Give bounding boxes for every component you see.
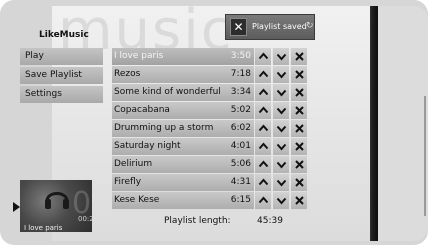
play-icon <box>13 202 20 212</box>
remove-track-button[interactable] <box>290 174 307 191</box>
chevron-down-icon <box>276 71 287 79</box>
move-down-button[interactable] <box>272 192 289 209</box>
move-down-button[interactable] <box>272 102 289 119</box>
remove-track-button[interactable] <box>290 192 307 209</box>
move-up-button[interactable] <box>254 48 271 65</box>
close-icon <box>295 88 304 97</box>
chevron-down-icon <box>276 143 287 151</box>
chevron-up-icon <box>258 142 269 150</box>
menu-item-play[interactable]: Play <box>20 48 103 65</box>
chevron-down-icon <box>276 125 287 133</box>
menu-item-save-playlist[interactable]: Save Playlist <box>20 67 103 84</box>
track-cell[interactable]: Saturday night 4:01 <box>112 138 254 155</box>
chevron-up-icon <box>258 52 269 60</box>
move-up-button[interactable] <box>254 174 271 191</box>
close-icon <box>295 142 304 151</box>
track-duration: 5:06 <box>230 159 251 169</box>
remove-track-button[interactable] <box>290 120 307 137</box>
move-down-button[interactable] <box>272 48 289 65</box>
remove-track-button[interactable] <box>290 66 307 83</box>
track-cell[interactable]: Rezos 7:18 <box>112 66 254 83</box>
close-icon[interactable]: ✕ <box>230 18 247 36</box>
move-up-button[interactable] <box>254 120 271 137</box>
move-down-button[interactable] <box>272 120 289 137</box>
sync-icon: ↻ <box>306 21 314 31</box>
chevron-up-icon <box>258 88 269 96</box>
track-title: Some kind of wonderful <box>114 87 221 97</box>
device-bezel <box>378 6 428 241</box>
notification-message: Playlist saved <box>252 22 307 31</box>
move-down-button[interactable] <box>272 66 289 83</box>
move-down-button[interactable] <box>272 138 289 155</box>
remove-track-button[interactable] <box>290 84 307 101</box>
app-title: LikeMusic <box>39 30 89 40</box>
remove-track-button[interactable] <box>290 156 307 173</box>
track-cell[interactable]: Copacabana 5:02 <box>112 102 254 119</box>
remove-track-button[interactable] <box>290 48 307 65</box>
playlist-length-value: 45:39 <box>257 216 283 226</box>
move-up-button[interactable] <box>254 66 271 83</box>
chevron-down-icon <box>276 197 287 205</box>
chevron-up-icon <box>258 106 269 114</box>
track-cell[interactable]: I love paris 3:50 <box>112 48 254 65</box>
track-title: Delirium <box>114 159 153 169</box>
track-cell[interactable]: Some kind of wonderful 3:34 <box>112 84 254 101</box>
close-icon <box>295 196 304 205</box>
bezel-edge <box>424 96 426 216</box>
playlist-length-label: Playlist length: <box>164 216 231 226</box>
chevron-up-icon <box>258 70 269 78</box>
close-icon <box>295 160 304 169</box>
chevron-up-icon <box>258 196 269 204</box>
close-icon <box>295 124 304 133</box>
track-title: Firefly <box>114 177 142 187</box>
chevron-up-icon <box>258 124 269 132</box>
close-icon <box>295 106 304 115</box>
track-title: Copacabana <box>114 105 170 115</box>
track-duration: 5:02 <box>230 105 251 115</box>
move-down-button[interactable] <box>272 84 289 101</box>
track-duration: 3:50 <box>230 51 251 61</box>
track-duration: 6:02 <box>230 123 251 133</box>
chevron-down-icon <box>276 179 287 187</box>
track-cell[interactable]: Kese Kese 6:15 <box>112 192 254 209</box>
chevron-up-icon <box>258 160 269 168</box>
close-icon <box>295 178 304 187</box>
move-down-button[interactable] <box>272 174 289 191</box>
move-up-button[interactable] <box>254 84 271 101</box>
track-title: Saturday night <box>114 141 181 151</box>
track-title: Rezos <box>114 69 141 79</box>
chevron-up-icon <box>258 178 269 186</box>
track-cell[interactable]: Firefly 4:31 <box>112 174 254 191</box>
headphones-icon <box>45 192 69 209</box>
chevron-down-icon <box>276 53 287 61</box>
now-playing-title: I love paris <box>24 224 63 232</box>
move-up-button[interactable] <box>254 102 271 119</box>
main-menu: Play Save Playlist Settings <box>20 48 103 105</box>
now-playing-card[interactable]: 08 00:29 I love paris <box>20 180 92 232</box>
track-title: Kese Kese <box>114 195 160 205</box>
track-title: I love paris <box>114 51 164 61</box>
remove-track-button[interactable] <box>290 102 307 119</box>
track-duration: 3:34 <box>230 87 251 97</box>
move-up-button[interactable] <box>254 192 271 209</box>
track-duration: 4:31 <box>230 177 251 187</box>
close-icon <box>295 70 304 79</box>
move-up-button[interactable] <box>254 138 271 155</box>
move-up-button[interactable] <box>254 156 271 173</box>
move-down-button[interactable] <box>272 156 289 173</box>
menu-item-settings[interactable]: Settings <box>20 86 103 103</box>
track-duration: 7:18 <box>230 69 251 79</box>
elapsed-time: 00:29 <box>78 215 92 223</box>
chevron-down-icon <box>276 107 287 115</box>
track-duration: 4:01 <box>230 141 251 151</box>
saved-notification: ✕ Playlist saved ↻ <box>225 14 315 40</box>
track-title: Drumming up a storm <box>114 123 214 133</box>
chevron-down-icon <box>276 161 287 169</box>
remove-track-button[interactable] <box>290 138 307 155</box>
track-cell[interactable]: Drumming up a storm 6:02 <box>112 120 254 137</box>
close-icon <box>295 52 304 61</box>
chevron-down-icon <box>276 89 287 97</box>
track-cell[interactable]: Delirium 5:06 <box>112 156 254 173</box>
track-duration: 6:15 <box>230 195 251 205</box>
